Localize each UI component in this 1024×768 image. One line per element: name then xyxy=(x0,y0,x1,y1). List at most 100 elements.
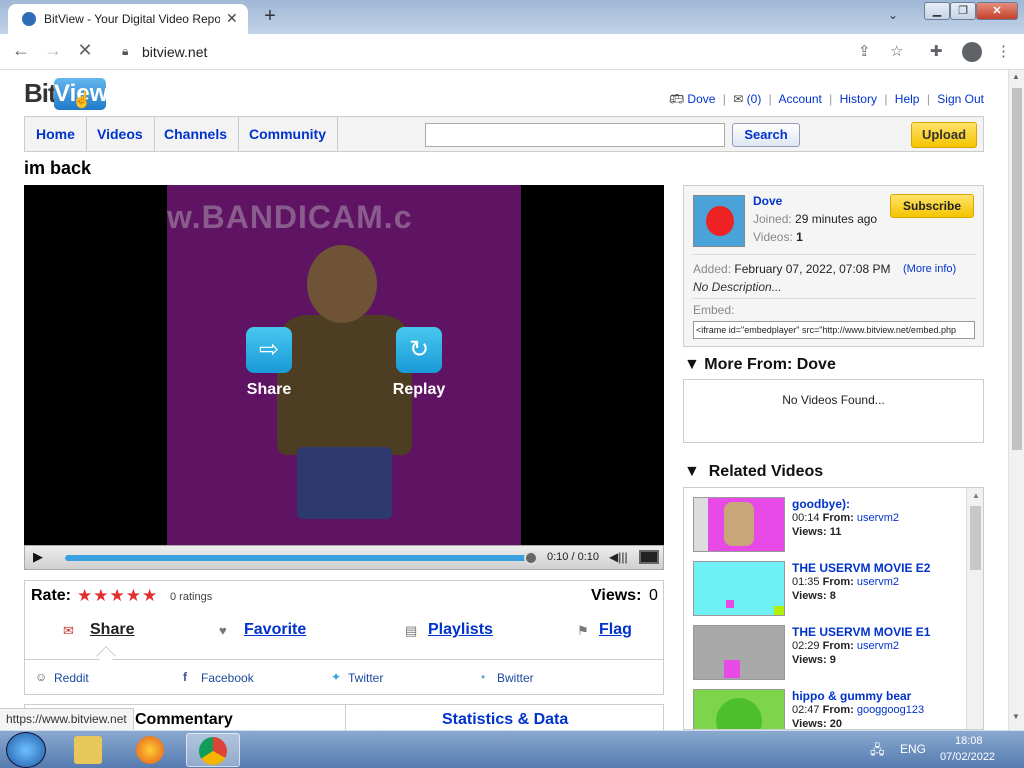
more-info-link[interactable]: (More info) xyxy=(903,263,956,275)
browser-title-bar: BitView - Your Digital Video Repo ✕ + ⌄ … xyxy=(0,0,1024,34)
reddit-link[interactable]: Reddit xyxy=(54,671,89,685)
help-link[interactable]: Help xyxy=(895,92,920,106)
sign-out-link[interactable]: Sign Out xyxy=(937,92,984,106)
page-scroll-thumb[interactable] xyxy=(1012,88,1022,450)
progress-knob[interactable] xyxy=(524,551,538,565)
videos-info: Videos: 1 xyxy=(753,230,803,244)
overlay-replay-icon[interactable]: ↻ xyxy=(396,327,442,373)
taskbar-chrome[interactable] xyxy=(186,733,240,767)
nav-channels[interactable]: Channels xyxy=(153,117,240,151)
rating-stars[interactable]: ★★★★★ xyxy=(77,586,158,606)
related-title[interactable]: THE USERVM MOVIE E1 xyxy=(792,625,930,639)
embed-label: Embed: xyxy=(693,303,735,317)
related-scroll-thumb[interactable] xyxy=(970,506,981,570)
clock-date[interactable]: 07/02/2022 xyxy=(940,751,995,763)
related-title[interactable]: goodbye): xyxy=(792,497,850,511)
messages-count-link[interactable]: (0) xyxy=(747,92,762,106)
scroll-down-arrow-icon[interactable]: ▼ xyxy=(1012,712,1020,721)
related-title[interactable]: THE USERVM MOVIE E2 xyxy=(792,561,930,575)
favorite-heart-icon[interactable]: ♥ xyxy=(219,623,227,638)
share-envelope-icon[interactable]: ✉ xyxy=(63,623,74,639)
nav-videos[interactable]: Videos xyxy=(86,117,155,151)
overlay-share-icon[interactable]: ⇨ xyxy=(246,327,292,373)
tab-statistics[interactable]: Statistics & Data xyxy=(442,711,568,729)
extensions-puzzle-icon[interactable]: ✚ xyxy=(930,42,943,60)
playlists-action[interactable]: Playlists xyxy=(428,621,493,639)
related-item[interactable]: THE USERVM MOVIE E2 01:35 From: uservm2 … xyxy=(684,552,966,616)
facebook-icon[interactable]: f xyxy=(183,670,187,684)
related-videos-heading[interactable]: ▼ Related Videos xyxy=(684,463,823,481)
flag-icon[interactable]: ⚑ xyxy=(577,623,589,639)
related-item[interactable]: hippo & gummy bear 02:47 From: googgoog1… xyxy=(684,680,966,729)
address-bar[interactable]: 🔒︎ bitview.net xyxy=(108,38,884,66)
taskbar-firefox[interactable] xyxy=(124,733,178,767)
browser-menu-icon[interactable]: ⋮ xyxy=(996,42,1011,60)
browser-tab[interactable]: BitView - Your Digital Video Repo ✕ xyxy=(8,4,248,34)
related-thumbnail[interactable] xyxy=(693,689,785,729)
bookmark-star-icon[interactable]: ☆ xyxy=(890,42,903,60)
related-title[interactable]: hippo & gummy bear xyxy=(792,689,911,703)
embed-code-field[interactable]: <iframe id="embedplayer" src="http://www… xyxy=(693,321,975,339)
username-link[interactable]: Dove xyxy=(687,92,715,106)
new-tab-button[interactable]: + xyxy=(258,6,282,28)
related-item[interactable]: THE USERVM MOVIE E1 02:29 From: uservm2 … xyxy=(684,616,966,680)
upload-button[interactable]: Upload xyxy=(911,122,977,148)
start-button[interactable] xyxy=(6,732,46,768)
channel-name-link[interactable]: Dove xyxy=(753,194,782,208)
search-button[interactable]: Search xyxy=(732,123,800,147)
related-thumbnail[interactable] xyxy=(693,497,785,552)
video-player[interactable]: w.BANDICAM.c ⇨ Share ↻ Replay xyxy=(24,185,664,545)
address-url[interactable]: bitview.net xyxy=(142,44,207,60)
related-scrollbar[interactable]: ▲ xyxy=(966,488,983,729)
twitter-icon[interactable]: ✦ xyxy=(331,670,341,684)
network-icon[interactable]: 🖧 xyxy=(870,741,885,763)
clock-time[interactable]: 18:08 xyxy=(955,735,983,747)
more-from-heading[interactable]: ▼ More From: Dove xyxy=(684,356,836,374)
volume-icon[interactable]: ◀︎||| xyxy=(609,550,628,564)
mail-icon[interactable]: ✉ xyxy=(733,92,743,106)
bwitter-link[interactable]: Bwitter xyxy=(497,671,534,685)
share-page-icon[interactable]: ⇪ xyxy=(858,42,871,60)
subscribe-button[interactable]: Subscribe xyxy=(890,194,974,218)
favorite-action[interactable]: Favorite xyxy=(244,621,306,639)
back-arrow-icon[interactable]: ← xyxy=(8,40,34,64)
scroll-up-arrow-icon[interactable]: ▲ xyxy=(1012,72,1020,81)
window-maximize-button[interactable]: ❐ xyxy=(950,2,976,20)
nav-community[interactable]: Community xyxy=(238,117,338,151)
stop-loading-icon[interactable]: ✕ xyxy=(72,40,98,64)
play-icon[interactable]: ▶ xyxy=(33,549,43,565)
forward-arrow-icon[interactable]: → xyxy=(40,40,66,64)
page-scrollbar[interactable]: ▲ ▼ xyxy=(1008,70,1024,730)
tab-commentary[interactable]: Commentary xyxy=(135,711,233,729)
channel-avatar[interactable] xyxy=(693,195,745,247)
account-link[interactable]: Account xyxy=(778,92,821,106)
search-input[interactable] xyxy=(425,123,725,147)
related-thumbnail[interactable] xyxy=(693,625,785,680)
scroll-up-arrow-icon[interactable]: ▲ xyxy=(972,491,980,500)
overlay-share-label[interactable]: Share xyxy=(224,381,314,399)
history-link[interactable]: History xyxy=(840,92,877,106)
lock-icon[interactable]: 🔒︎ xyxy=(122,44,128,59)
twitter-link[interactable]: Twitter xyxy=(348,671,383,685)
window-close-button[interactable]: ✕ xyxy=(976,2,1018,20)
related-item[interactable]: goodbye): 00:14 From: uservm2 Views: 11 xyxy=(684,488,966,552)
tab-search-chevron-icon[interactable]: ⌄ xyxy=(888,8,898,22)
overlay-replay-label[interactable]: Replay xyxy=(374,381,464,399)
bwitter-icon[interactable]: • xyxy=(481,670,485,684)
facebook-link[interactable]: Facebook xyxy=(201,671,254,685)
related-thumbnail[interactable] xyxy=(693,561,785,616)
playlists-icon[interactable]: ▤ xyxy=(405,623,417,639)
flag-action[interactable]: Flag xyxy=(599,621,632,639)
rate-label: Rate: xyxy=(31,587,72,604)
video-frame[interactable]: w.BANDICAM.c xyxy=(167,185,521,545)
progress-bar[interactable] xyxy=(65,555,531,561)
window-minimize-button[interactable]: ▁ xyxy=(924,2,950,20)
profile-avatar-icon[interactable] xyxy=(962,42,982,62)
taskbar-file-explorer[interactable] xyxy=(62,733,116,767)
fullscreen-icon[interactable] xyxy=(639,550,659,564)
reddit-icon[interactable]: ☺ xyxy=(35,670,47,684)
share-action[interactable]: Share xyxy=(90,621,134,639)
language-indicator[interactable]: ENG xyxy=(900,742,926,756)
tab-close-icon[interactable]: ✕ xyxy=(226,10,238,27)
nav-home[interactable]: Home xyxy=(25,117,87,151)
